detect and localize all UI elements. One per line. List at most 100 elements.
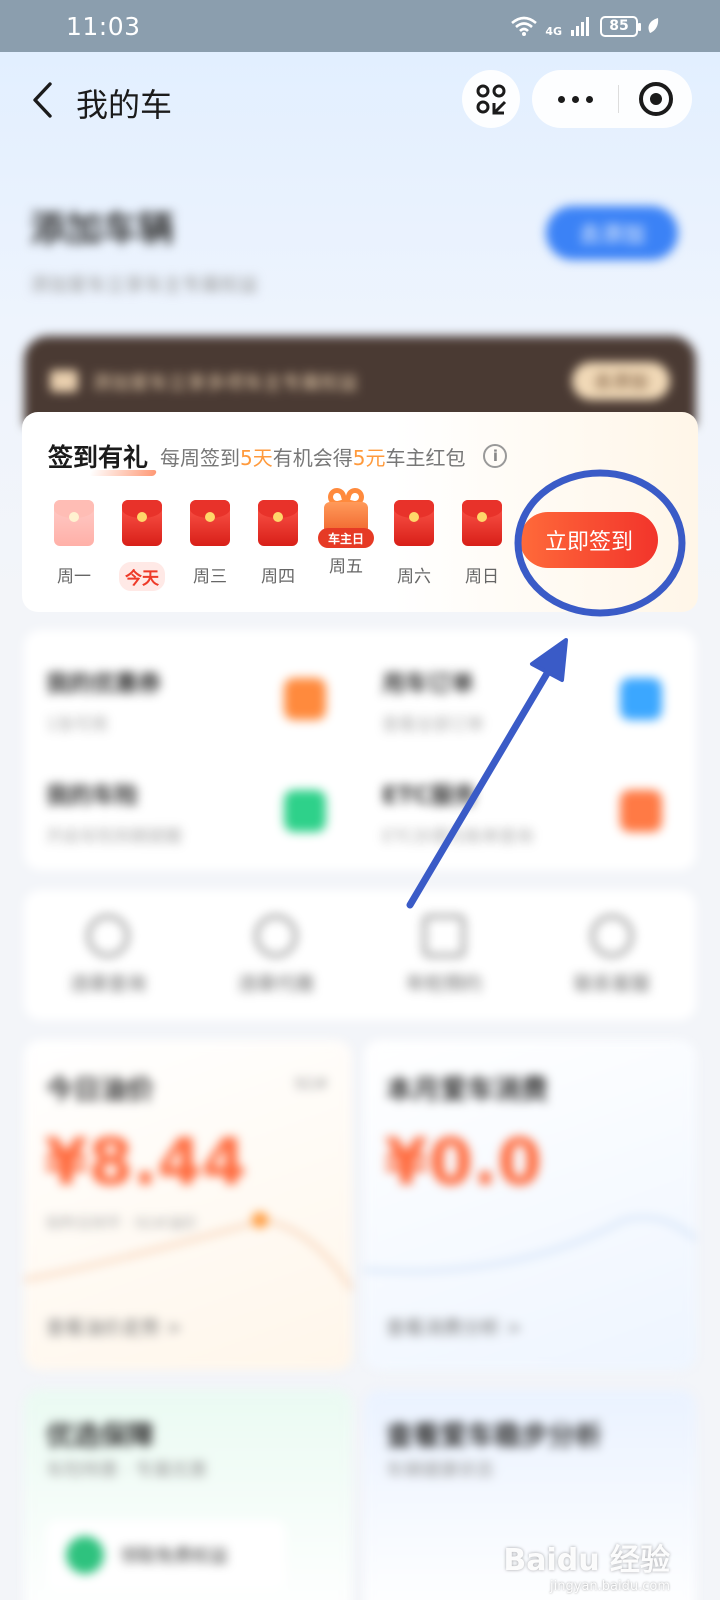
add-vehicle-button[interactable]: 去添加 bbox=[546, 206, 678, 260]
service-orders[interactable]: 用车订单 查看全部订单 bbox=[382, 664, 702, 774]
promo-chip[interactable]: 领取免费权益 bbox=[46, 1520, 286, 1590]
watermark-url: jingyan.baidu.com bbox=[550, 1579, 670, 1594]
scan-button[interactable] bbox=[462, 70, 520, 128]
red-envelope-icon bbox=[54, 500, 94, 546]
crown-icon bbox=[50, 370, 78, 392]
owner-day-tag: 车主日 bbox=[318, 528, 374, 548]
watermark: Baidu 经验 jingyan.baidu.com bbox=[503, 1535, 670, 1594]
check-in-button[interactable]: 立即签到 bbox=[520, 512, 658, 568]
day-item-thu: 周四 bbox=[252, 500, 304, 587]
watermark-brand: Baidu 经验 bbox=[503, 1543, 670, 1578]
add-vehicle-subtitle: 添加爱车立享车主专属权益 bbox=[30, 274, 259, 296]
car-spend-title: 本月爱车消费 bbox=[386, 1075, 548, 1106]
analysis-subtitle: 车辆健康状态 bbox=[386, 1460, 494, 1481]
insurance-promo-card[interactable]: 优选保障 车险特惠 · 专属优惠 领取免费权益 bbox=[24, 1390, 352, 1600]
promo-chip-text: 领取免费权益 bbox=[120, 1546, 228, 1567]
signal-icon bbox=[571, 17, 589, 36]
day-label: 周日 bbox=[465, 567, 499, 587]
tool-item[interactable]: 违章代缴 bbox=[237, 914, 314, 996]
price-trend-line bbox=[24, 1212, 352, 1291]
subtitle-highlight: 5元 bbox=[352, 445, 386, 470]
subtitle-highlight: 5天 bbox=[240, 445, 273, 470]
status-bar: 11:03 4G 85 bbox=[0, 0, 720, 52]
spend-trend-line bbox=[364, 1216, 696, 1273]
globe-icon bbox=[254, 914, 297, 957]
subtitle-text: 有机会得 bbox=[272, 445, 353, 470]
tool-label: 违章查询 bbox=[69, 972, 146, 995]
mini-program-capsule bbox=[532, 70, 692, 128]
chevron-left-icon bbox=[33, 82, 52, 118]
red-envelope-icon bbox=[122, 500, 162, 546]
status-icons: 4G 85 bbox=[511, 15, 660, 38]
day-label: 周五 bbox=[329, 557, 363, 577]
tool-label: 联系客服 bbox=[573, 972, 650, 995]
leaf-icon bbox=[648, 18, 659, 33]
tool-item[interactable]: 年检预约 bbox=[405, 914, 482, 996]
order-icon bbox=[620, 678, 662, 720]
headset-icon bbox=[590, 914, 633, 957]
signin-card: 签到有礼 每周签到5天有机会得5元车主红包 i 周一 今天 周三 周四 车主日 … bbox=[22, 412, 698, 612]
fuel-price-card[interactable]: 今日油价 92# ¥8.44 较昨日持平 · 92#油价 查看油价走势 > bbox=[24, 1040, 352, 1370]
vip-banner-button[interactable]: 去添加 bbox=[572, 362, 670, 400]
service-coupons[interactable]: 我的优惠券 1张可用 bbox=[46, 664, 366, 774]
day-item-sat: 周六 bbox=[388, 500, 440, 587]
more-button[interactable] bbox=[532, 70, 618, 128]
plus-icon bbox=[66, 1536, 104, 1574]
target-dot-icon bbox=[649, 93, 662, 105]
more-dot-icon bbox=[557, 95, 565, 103]
service-insurance[interactable]: 我的车险 开启车险到期提醒 bbox=[46, 776, 366, 886]
tool-label: 年检预约 bbox=[405, 972, 482, 995]
battery-level: 85 bbox=[609, 18, 629, 34]
info-icon[interactable]: i bbox=[483, 444, 508, 468]
wifi-icon bbox=[511, 16, 538, 36]
subtitle-text: 车主红包 bbox=[385, 445, 466, 470]
camera-icon bbox=[86, 914, 129, 957]
red-envelope-icon bbox=[258, 500, 298, 546]
promo-title: 优选保障 bbox=[46, 1421, 154, 1452]
service-etc[interactable]: ETC服务 ETC办理与账单查询 bbox=[382, 776, 702, 886]
signin-header: 签到有礼 每周签到5天有机会得5元车主红包 i bbox=[48, 438, 508, 474]
fuel-price-title: 今日油价 bbox=[46, 1075, 154, 1106]
day-label: 今天 bbox=[119, 562, 165, 591]
fuel-price-link[interactable]: 查看油价走势 > bbox=[46, 1313, 182, 1340]
day-label: 周一 bbox=[57, 567, 91, 587]
red-envelope-icon bbox=[394, 500, 434, 546]
calendar-icon bbox=[422, 914, 465, 957]
tool-item[interactable]: 违章查询 bbox=[69, 914, 146, 996]
etc-icon bbox=[620, 790, 662, 832]
subtitle-text: 每周签到 bbox=[160, 445, 241, 470]
day-item-mon: 周一 bbox=[48, 500, 100, 587]
tools-card: 违章查询 违章代缴 年检预约 联系客服 bbox=[24, 890, 696, 1020]
day-label: 周四 bbox=[261, 567, 295, 587]
fuel-type-tag: 92# bbox=[294, 1074, 328, 1093]
day-item-wed: 周三 bbox=[184, 500, 236, 587]
gift-box-icon: 车主日 bbox=[318, 485, 374, 548]
signin-title: 签到有礼 bbox=[48, 438, 148, 474]
header: 我的车 bbox=[0, 52, 720, 148]
tool-item[interactable]: 联系客服 bbox=[573, 914, 650, 996]
car-spend-value: ¥0.0 bbox=[384, 1126, 542, 1200]
fuel-price-value: ¥8.44 bbox=[44, 1126, 247, 1200]
insurance-icon bbox=[284, 790, 326, 832]
day-item-fri: 车主日 周五 bbox=[318, 485, 374, 577]
day-item-today: 今天 bbox=[116, 500, 168, 591]
day-item-sun: 周日 bbox=[456, 500, 508, 587]
day-label: 周三 bbox=[193, 567, 227, 587]
car-spend-link[interactable]: 查看消费分析 > bbox=[386, 1313, 522, 1340]
more-dot-icon bbox=[571, 95, 579, 103]
back-button[interactable] bbox=[22, 78, 62, 122]
add-vehicle-section: 添加车辆 添加爱车立享车主专属权益 去添加 bbox=[30, 200, 690, 300]
car-spend-card[interactable]: 本月爱车消费 ¥0.0 查看消费分析 > bbox=[364, 1040, 696, 1370]
scan-icon bbox=[476, 84, 507, 115]
coupon-icon bbox=[284, 678, 326, 720]
day-label: 周六 bbox=[397, 567, 431, 587]
services-card: 我的优惠券 1张可用 用车订单 查看全部订单 我的车险 开启车险到期提醒 ETC… bbox=[24, 630, 696, 870]
close-button[interactable] bbox=[619, 70, 692, 128]
battery-icon: 85 bbox=[600, 15, 641, 37]
signin-subtitle: 每周签到5天有机会得5元车主红包 bbox=[160, 442, 465, 471]
red-envelope-icon bbox=[190, 500, 230, 546]
tool-label: 违章代缴 bbox=[237, 972, 314, 995]
network-type: 4G bbox=[545, 24, 562, 38]
page-title: 我的车 bbox=[76, 86, 173, 124]
vip-banner-text: 添加爱车立享多项车主专属权益 bbox=[92, 371, 359, 394]
